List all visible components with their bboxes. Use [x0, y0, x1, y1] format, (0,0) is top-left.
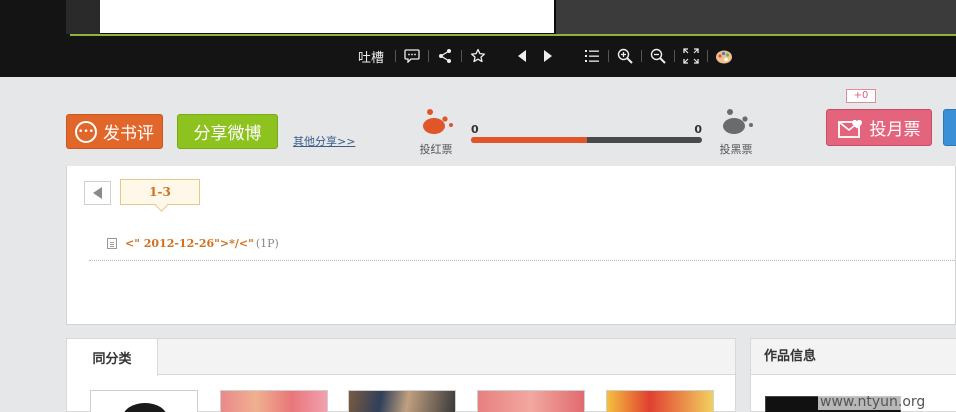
chapter-page-count: (1P): [255, 237, 279, 250]
toolbar-separator: [395, 50, 397, 62]
divider: [89, 260, 956, 261]
fullscreen-icon[interactable]: [678, 45, 704, 67]
work-info-title: 作品信息: [751, 339, 956, 375]
chapter-panel: 1-3 <" 2012-12-26">*/<" (1P): [66, 166, 956, 325]
portrait-thumbnail-image: [124, 403, 166, 412]
write-review-label: 发书评: [103, 124, 154, 144]
heart-envelope-icon: [837, 119, 862, 138]
toolbar-separator: [674, 50, 676, 62]
write-review-button[interactable]: ••• 发书评: [66, 114, 163, 149]
reader-divider-line: [70, 34, 956, 36]
palette-icon[interactable]: [711, 45, 737, 67]
month-vote-label: 投月票: [869, 120, 921, 140]
chapter-link[interactable]: <" 2012-12-26">*/<": [125, 237, 254, 250]
action-bar: ••• 发书评 分享微博 其他分享>> 投红票 0 0 投黑票 +0 投月票: [0, 77, 956, 166]
next-page-icon[interactable]: [535, 45, 561, 67]
black-vote-button[interactable]: 投黑票: [714, 107, 758, 157]
pager-current-range[interactable]: 1-3: [120, 179, 200, 205]
toolbar-separator: [641, 50, 643, 62]
toolbar-separator: [608, 50, 610, 62]
similar-thumbnail[interactable]: [477, 390, 585, 412]
comment-icon: •••: [75, 120, 97, 143]
month-vote-badge: +0: [846, 89, 876, 103]
month-vote-button[interactable]: 投月票: [826, 109, 932, 146]
share-weibo-label: 分享微博: [193, 124, 262, 144]
list-item: <" 2012-12-26">*/<" (1P): [107, 237, 279, 250]
zoom-out-icon[interactable]: [645, 45, 671, 67]
prev-page-icon[interactable]: [509, 45, 535, 67]
tab-similar-category[interactable]: 同分类: [67, 339, 158, 376]
toolbar-separator: [428, 50, 430, 62]
zoom-in-icon[interactable]: [612, 45, 638, 67]
toolbar-separator: [461, 50, 463, 62]
vote-meter: 0 0: [471, 123, 702, 143]
reader-page-right: [556, 0, 956, 34]
black-vote-count: 0: [694, 123, 702, 136]
share-icon[interactable]: [432, 45, 458, 67]
speech-bubble-icon[interactable]: [399, 45, 425, 67]
extra-action-button[interactable]: [943, 109, 956, 146]
similar-thumbnail[interactable]: [220, 390, 328, 412]
document-icon: [107, 238, 117, 249]
share-weibo-button[interactable]: 分享微博: [177, 114, 278, 149]
list-icon[interactable]: [579, 45, 605, 67]
red-paw-icon: [423, 109, 453, 134]
pager-prev-button[interactable]: [84, 181, 111, 205]
reader-viewport: 吐槽: [0, 0, 956, 77]
similar-thumbnail[interactable]: [348, 390, 456, 412]
red-vote-count: 0: [471, 123, 479, 136]
red-vote-label: 投红票: [419, 143, 453, 156]
black-vote-label: 投黑票: [719, 143, 753, 156]
red-vote-button[interactable]: 投红票: [414, 107, 458, 157]
panel-tab-bar: [67, 339, 735, 375]
comment-label[interactable]: 吐槽: [354, 47, 392, 66]
gray-paw-icon: [723, 109, 753, 134]
toolbar-separator: [707, 50, 709, 62]
similar-works-panel: 同分类: [66, 338, 736, 412]
left-triangle-icon: [92, 187, 102, 199]
reader-page-left-edge: [66, 0, 100, 34]
star-icon[interactable]: [465, 45, 491, 67]
red-vote-fill: [471, 137, 587, 143]
comic-page: [100, 0, 554, 33]
other-share-link[interactable]: 其他分享>>: [293, 133, 355, 149]
reader-toolbar: 吐槽: [354, 42, 737, 70]
vote-progress-bar: [471, 137, 702, 143]
similar-thumbnail[interactable]: [606, 390, 714, 412]
watermark: www.ntyun.org: [818, 394, 928, 410]
similar-thumbnail[interactable]: [90, 390, 198, 412]
